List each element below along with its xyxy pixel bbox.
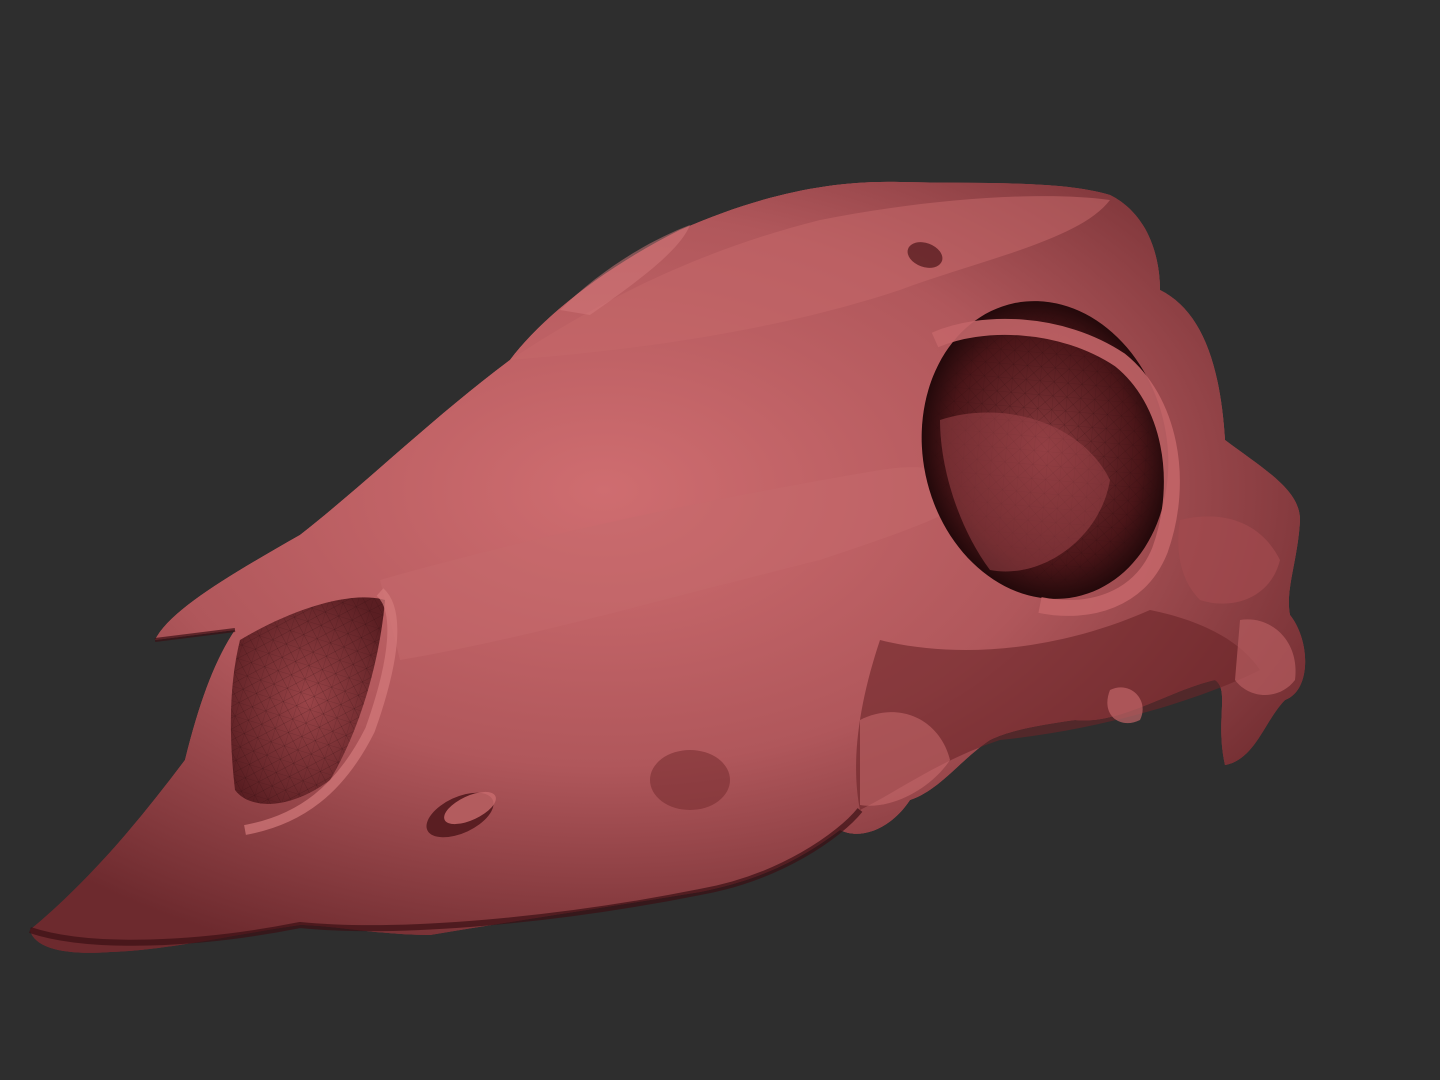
- 3d-viewport[interactable]: [0, 0, 1440, 1080]
- skull-model[interactable]: [0, 0, 1440, 1080]
